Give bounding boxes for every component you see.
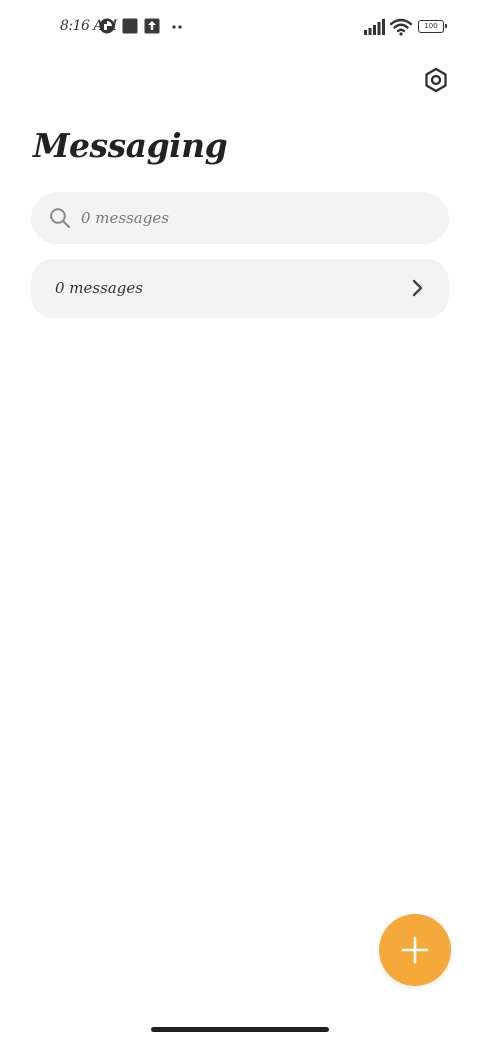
new-message-fab[interactable] [379,914,451,986]
chevron-right-icon [412,279,423,297]
battery-level: 100 [424,22,438,30]
settings-button[interactable] [420,64,452,96]
messages-list-item[interactable]: 0 messages [31,259,449,318]
settings-hexagon-icon [425,67,447,93]
plus-icon [401,936,429,964]
battery-icon: 100 [418,20,447,33]
home-indicator[interactable] [151,1027,329,1032]
status-bar: 8:16 AM 100 [0,0,480,56]
search-input[interactable] [81,192,421,244]
pie-notification-icon [99,18,115,34]
search-bar[interactable] [31,192,449,244]
cellular-signal-icon [364,19,385,35]
wifi-icon [390,18,412,36]
more-notifications-icon [172,25,182,29]
upload-notification-icon [144,18,160,34]
messaging-screen: 8:16 AM 100 Messaging 0 messages 0 messa… [0,0,480,1040]
messages-count-label: 0 messages [55,279,143,297]
page-title: Messaging [33,126,228,165]
search-icon [50,208,71,229]
square-notification-icon [122,18,138,34]
